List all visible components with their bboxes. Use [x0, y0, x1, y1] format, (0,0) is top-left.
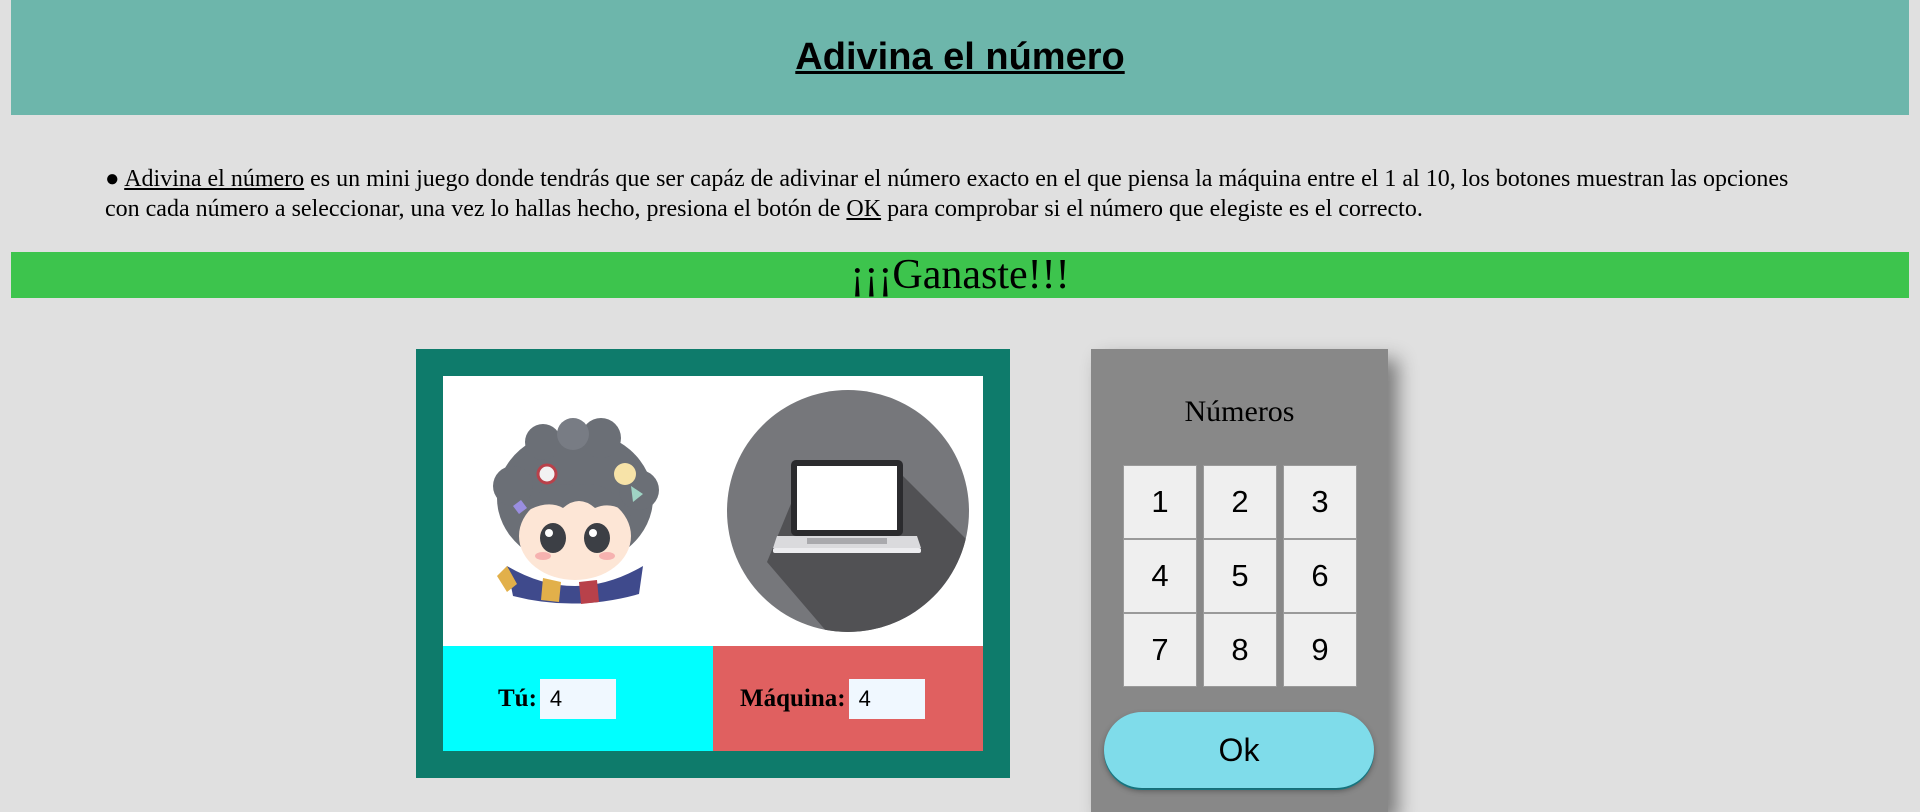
player-number-field[interactable]: [539, 678, 616, 719]
number-button-3[interactable]: 3: [1283, 465, 1357, 539]
number-button-1[interactable]: 1: [1123, 465, 1197, 539]
intro-text-2: para comprobar si el número que elegiste…: [881, 196, 1423, 222]
ok-button[interactable]: Ok: [1104, 712, 1374, 788]
page-header: Adivina el número: [11, 0, 1909, 115]
machine-number-field[interactable]: [848, 678, 925, 719]
chibi-avatar-icon: [493, 418, 659, 604]
intro-game-name: Adivina el número: [124, 166, 305, 192]
result-banner: ¡¡¡Ganaste!!!: [11, 252, 1909, 298]
number-keypad: Números 1 2 3 4 5 6 7 8 9 Ok: [1091, 349, 1388, 812]
keypad-title: Números: [1184, 395, 1295, 428]
machine-avatar: [713, 376, 983, 646]
game-board: Tú: Máquina:: [416, 349, 1010, 778]
laptop-icon: [727, 390, 969, 632]
number-button-2[interactable]: 2: [1203, 465, 1277, 539]
keypad-grid: 1 2 3 4 5 6 7 8 9: [1123, 465, 1363, 687]
number-button-7[interactable]: 7: [1123, 613, 1197, 687]
result-message: ¡¡¡Ganaste!!!: [850, 252, 1070, 298]
page-title: Adivina el número: [795, 36, 1125, 78]
player-label: Tú:: [498, 684, 537, 712]
number-button-4[interactable]: 4: [1123, 539, 1197, 613]
intro-paragraph: ● Adivina el número es un mini juego don…: [105, 164, 1825, 224]
player-avatar: [443, 376, 713, 646]
intro-ok-word: OK: [846, 196, 882, 222]
number-button-8[interactable]: 8: [1203, 613, 1277, 687]
machine-panel: Máquina:: [713, 646, 983, 751]
machine-label: Máquina:: [740, 684, 846, 712]
bullet: ●: [105, 166, 120, 192]
number-button-5[interactable]: 5: [1203, 539, 1277, 613]
game-board-inner: Tú: Máquina:: [443, 376, 983, 751]
number-button-6[interactable]: 6: [1283, 539, 1357, 613]
number-button-9[interactable]: 9: [1283, 613, 1357, 687]
player-panel: Tú:: [443, 646, 713, 751]
